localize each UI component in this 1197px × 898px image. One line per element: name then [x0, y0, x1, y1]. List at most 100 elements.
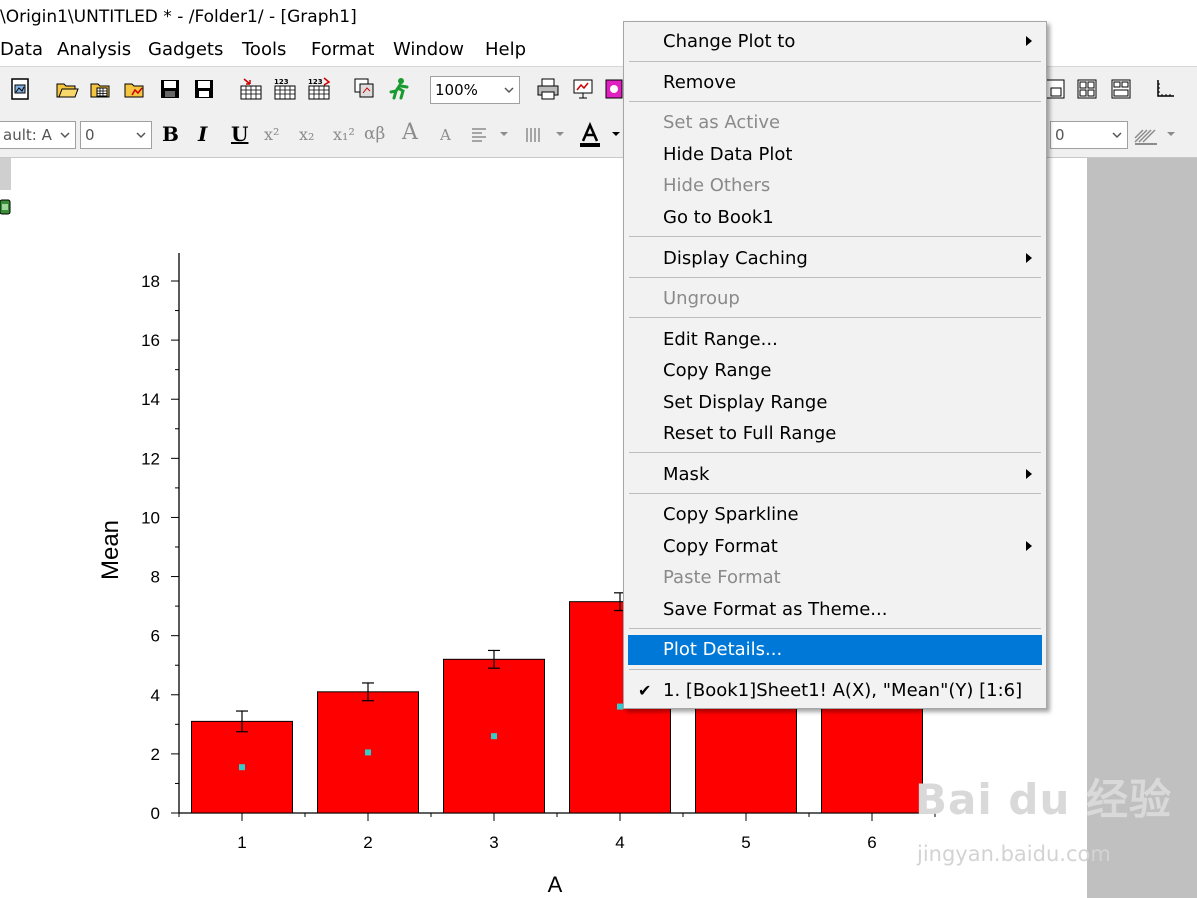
menu-item-go-to-book1[interactable]: Go to Book1: [628, 203, 1042, 233]
x-axis-label: A: [548, 872, 563, 897]
y-tick-label: 12: [141, 449, 160, 468]
menu-item-label: Display Caching: [663, 248, 808, 269]
menu-item-edit-range[interactable]: Edit Range...: [628, 325, 1042, 355]
menu-item-ungroup: Ungroup: [628, 284, 1042, 314]
save-icon[interactable]: [157, 76, 183, 102]
slideshow-icon[interactable]: [570, 76, 596, 102]
y-axis-label: Mean: [97, 520, 124, 580]
font-color-icon[interactable]: [576, 121, 604, 149]
menu-separator: [629, 236, 1041, 237]
open-graph-icon[interactable]: [122, 76, 148, 102]
menu-item-copy-format[interactable]: Copy Format: [628, 532, 1042, 562]
align-left-icon[interactable]: [468, 123, 492, 147]
layout-grid-icon[interactable]: [1074, 76, 1100, 102]
superscript-button[interactable]: x²: [264, 125, 279, 144]
y-tick-label: 0: [151, 804, 160, 823]
menu-item-display-caching[interactable]: Display Caching: [628, 244, 1042, 274]
submenu-arrow-icon: [1026, 36, 1032, 46]
chevron-down-icon[interactable]: [497, 127, 511, 141]
menu-item-label: Copy Sparkline: [663, 504, 799, 525]
open-template-icon[interactable]: [88, 76, 114, 102]
menu-data[interactable]: Data: [0, 39, 43, 60]
axis-icon[interactable]: [1152, 76, 1178, 102]
menu-item-copy-sparkline[interactable]: Copy Sparkline: [628, 500, 1042, 530]
font-size-combo[interactable]: 0: [80, 121, 152, 149]
menu-item-reset-to-full-range[interactable]: Reset to Full Range: [628, 419, 1042, 449]
submenu-arrow-icon: [1026, 469, 1032, 479]
font-name-combo[interactable]: ault: A: [0, 121, 76, 149]
menu-item-save-format-as-theme[interactable]: Save Format as Theme...: [628, 595, 1042, 625]
y-tick-label: 8: [151, 568, 160, 587]
pattern-fill-icon[interactable]: [1132, 122, 1160, 148]
chevron-down-icon: [502, 83, 516, 101]
menu-separator: [629, 452, 1041, 453]
open-folder-icon[interactable]: [54, 76, 80, 102]
save-template-icon[interactable]: [191, 76, 217, 102]
menu-item-label: Change Plot to: [663, 31, 796, 52]
menu-item-label: Paste Format: [663, 567, 781, 588]
bold-button[interactable]: B: [162, 122, 179, 146]
import-multiple-icon[interactable]: 123: [306, 76, 332, 102]
menu-item-change-plot-to[interactable]: Change Plot to: [628, 27, 1042, 57]
import-ascii-icon[interactable]: 123: [272, 76, 298, 102]
zoom-combo[interactable]: 100%: [430, 76, 520, 104]
recalculate-runner-icon[interactable]: [386, 76, 412, 102]
menu-item-label: Remove: [663, 72, 737, 93]
menu-item-label: Ungroup: [663, 288, 740, 309]
menu-help[interactable]: Help: [485, 39, 526, 60]
increase-font-button[interactable]: A: [402, 120, 418, 145]
size-combo-right[interactable]: 0: [1050, 121, 1128, 149]
menu-separator: [629, 277, 1041, 278]
print-icon[interactable]: [535, 76, 561, 102]
menu-item-label: Plot Details...: [663, 639, 783, 660]
color-picker-icon[interactable]: [602, 76, 624, 102]
menu-item-mask[interactable]: Mask: [628, 460, 1042, 490]
menu-analysis[interactable]: Analysis: [57, 39, 131, 60]
menu-format[interactable]: Format: [311, 39, 374, 60]
svg-text:123: 123: [274, 78, 289, 86]
menu-item-remove[interactable]: Remove: [628, 68, 1042, 98]
menu-item-label: Copy Range: [663, 360, 772, 381]
menu-item-label: 1. [Book1]Sheet1! A(X), "Mean"(Y) [1:6]: [663, 680, 1023, 701]
menu-item-set-display-range[interactable]: Set Display Range: [628, 388, 1042, 418]
submenu-arrow-icon: [1026, 541, 1032, 551]
layer-icon[interactable]: [0, 196, 12, 218]
chevron-down-icon[interactable]: [1164, 127, 1178, 141]
menu-item-hide-data-plot[interactable]: Hide Data Plot: [628, 140, 1042, 170]
menu-item-label: Save Format as Theme...: [663, 599, 888, 620]
greek-button[interactable]: αβ: [364, 124, 385, 144]
italic-button[interactable]: I: [198, 122, 207, 146]
print-preview-icon[interactable]: [8, 76, 34, 102]
underline-button[interactable]: U: [231, 122, 248, 146]
menu-item-label: Set Display Range: [663, 392, 828, 413]
chevron-down-icon: [1110, 128, 1124, 146]
menu-item-copy-range[interactable]: Copy Range: [628, 356, 1042, 386]
layout-arrange-icon[interactable]: [1108, 76, 1134, 102]
menu-item-1-book1-sheet1-a-x-mean-y-1-6[interactable]: ✔ 1. [Book1]Sheet1! A(X), "Mean"(Y) [1:6]: [628, 676, 1042, 706]
menu-tools[interactable]: Tools: [242, 39, 286, 60]
x-tick-label: 6: [867, 833, 876, 852]
menu-gadgets[interactable]: Gadgets: [148, 39, 223, 60]
right-size-value: 0: [1055, 126, 1065, 144]
data-marker: [365, 749, 371, 756]
supsub-button[interactable]: x₁²: [333, 125, 355, 144]
x-tick-label: 5: [741, 833, 750, 852]
decrease-font-button[interactable]: A: [440, 126, 451, 144]
subscript-button[interactable]: x₂: [299, 125, 314, 144]
column-align-icon[interactable]: [522, 123, 546, 147]
y-tick-label: 10: [141, 508, 160, 527]
import-single-icon[interactable]: [238, 76, 264, 102]
x-tick-label: 2: [363, 833, 372, 852]
menu-item-plot-details[interactable]: Plot Details...: [628, 635, 1042, 665]
menu-separator: [629, 669, 1041, 670]
duplicate-icon[interactable]: [352, 76, 378, 102]
font-name-value: ault: A: [3, 126, 52, 144]
menu-item-set-as-active: Set as Active: [628, 108, 1042, 138]
chevron-down-icon[interactable]: [553, 127, 567, 141]
watermark-logo: Bai du 经验: [915, 775, 1172, 824]
y-tick-label: 16: [141, 331, 160, 350]
chevron-down-icon[interactable]: [610, 127, 622, 141]
menu-window[interactable]: Window: [393, 39, 464, 60]
menu-item-label: Copy Format: [663, 536, 778, 557]
menu-separator: [629, 61, 1041, 62]
